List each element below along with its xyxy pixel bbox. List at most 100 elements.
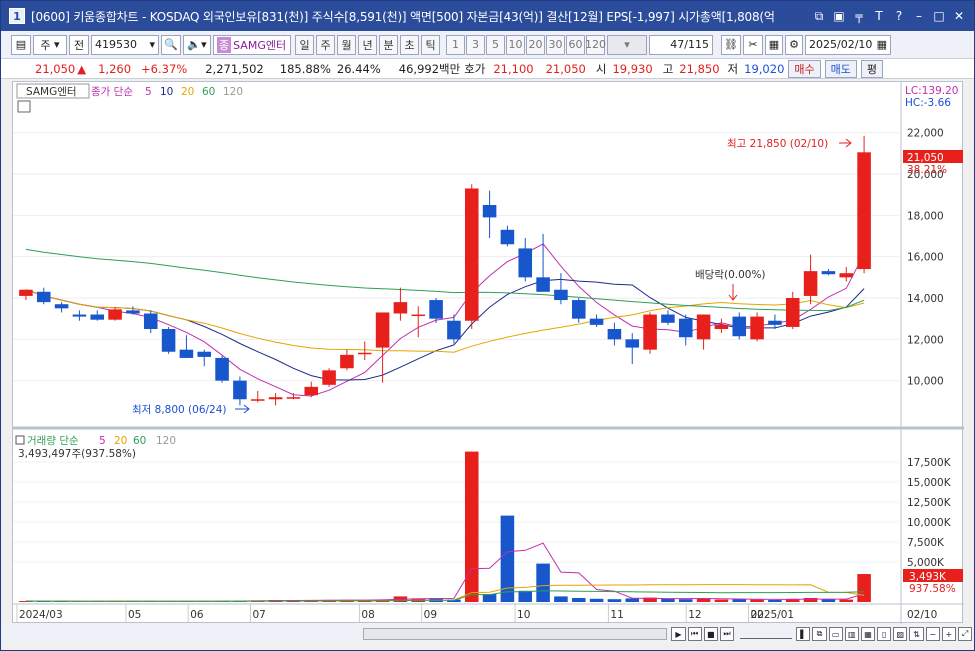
buy-button[interactable]: 매수 bbox=[788, 59, 821, 78]
volume-bar bbox=[732, 599, 747, 602]
eval-button[interactable]: 평 bbox=[860, 59, 884, 78]
ma-legend-60: 60 bbox=[202, 86, 215, 98]
open-label: 시 bbox=[595, 61, 607, 76]
layout-icon[interactable]: ▤ bbox=[11, 34, 31, 55]
calendar-icon[interactable]: ▦ bbox=[877, 38, 887, 51]
quote-bar: 21,050 ▲ 1,260 +6.37% 2,271,502 185.88% … bbox=[1, 59, 974, 79]
candle-body bbox=[857, 152, 871, 270]
title-bar[interactable]: 1 [0600] 키움종합차트 - KOSDAQ 외국인보유[831(천)] 주… bbox=[1, 1, 974, 31]
volume-bar bbox=[589, 598, 604, 602]
candle-body bbox=[500, 229, 515, 245]
last-icon[interactable]: ⏭ bbox=[719, 627, 735, 641]
candle-body bbox=[411, 314, 426, 317]
gear-icon[interactable]: ⚙ bbox=[785, 34, 803, 55]
candle-body bbox=[732, 316, 747, 337]
scrollbar[interactable] bbox=[363, 628, 668, 640]
zoom-slider[interactable] bbox=[740, 629, 793, 639]
interval-button[interactable]: 20 bbox=[526, 34, 545, 55]
candle-body bbox=[36, 291, 51, 303]
candle-body bbox=[250, 399, 265, 401]
volume-tick-label: 12,500K bbox=[907, 497, 952, 509]
pin-icon[interactable]: ╤ bbox=[850, 7, 868, 25]
stock-code-input[interactable]: 419530 ▾ bbox=[91, 34, 159, 55]
total-value: /115 bbox=[684, 38, 709, 51]
candle-body bbox=[714, 324, 729, 329]
sort-icon[interactable]: ⇅ bbox=[909, 627, 924, 641]
sell-button[interactable]: 매도 bbox=[824, 59, 857, 78]
save-icon[interactable]: ▦ bbox=[765, 34, 783, 55]
period-button[interactable]: 주 bbox=[316, 34, 335, 55]
price-panel bbox=[13, 82, 901, 428]
interval-button[interactable]: 120 bbox=[585, 34, 606, 55]
first-icon[interactable]: ⏮ bbox=[687, 627, 702, 641]
grid-toggle-icon[interactable] bbox=[17, 100, 31, 113]
ma-legend-10: 10 bbox=[160, 86, 173, 98]
volume-bar bbox=[571, 598, 586, 602]
image-icon[interactable]: ▨ bbox=[893, 627, 908, 641]
period-button[interactable]: 일 bbox=[295, 34, 314, 55]
help-icon[interactable]: ? bbox=[890, 7, 908, 25]
candle-body bbox=[482, 205, 497, 218]
zoom-in-icon[interactable]: + bbox=[941, 627, 956, 641]
candle-body bbox=[197, 351, 212, 357]
maximize-icon[interactable]: □ bbox=[930, 7, 948, 25]
slider-handle-icon[interactable]: ▌ bbox=[796, 627, 811, 641]
interval-button[interactable]: 10 bbox=[506, 34, 525, 55]
chart-area[interactable]: SAMG엔터 종가 단순 5 10 20 60 120 LC:139.20 HC… bbox=[12, 81, 964, 624]
period-button[interactable]: 틱 bbox=[421, 34, 440, 55]
interval-button[interactable]: 5 bbox=[486, 34, 505, 55]
interval-dropdown[interactable]: ▾ bbox=[607, 34, 647, 55]
close-icon[interactable]: ✕ bbox=[950, 7, 968, 25]
sound-icon[interactable]: 🔈▾ bbox=[183, 34, 211, 55]
interval-button[interactable]: 30 bbox=[546, 34, 565, 55]
price-tick-label: 22,000 bbox=[907, 128, 944, 140]
period-button[interactable]: 년 bbox=[358, 34, 377, 55]
data-count[interactable]: 47/115 bbox=[649, 34, 713, 55]
link-icon[interactable]: ⧉ bbox=[810, 7, 828, 25]
scissors-icon[interactable]: ✂ bbox=[743, 34, 763, 55]
candle-body bbox=[72, 314, 87, 317]
jeon-button[interactable]: 전 bbox=[69, 34, 89, 55]
stock-code-value: 419530 bbox=[95, 38, 137, 51]
scroll-right-icon[interactable]: ▶ bbox=[671, 627, 686, 641]
candle-body bbox=[375, 312, 390, 348]
vol-ma-legend-20: 20 bbox=[114, 435, 127, 447]
split-icon[interactable]: ▥ bbox=[844, 627, 859, 641]
interval-button[interactable]: 60 bbox=[566, 34, 585, 55]
interval-button[interactable]: 1 bbox=[446, 34, 465, 55]
period-button[interactable]: 월 bbox=[337, 34, 356, 55]
restore-icon[interactable]: ⧉ bbox=[812, 627, 827, 641]
search-icon[interactable]: 🔍 bbox=[161, 34, 181, 55]
interval-button[interactable]: 3 bbox=[466, 34, 485, 55]
period-button[interactable]: 초 bbox=[400, 34, 419, 55]
market-select[interactable]: 주 ▾ bbox=[33, 34, 67, 55]
chain-icon[interactable]: ⛓ bbox=[721, 34, 741, 55]
stock-name-box[interactable]: 종 SAMG엔터 bbox=[213, 34, 291, 55]
candle-body bbox=[821, 271, 836, 275]
period-button[interactable]: 분 bbox=[379, 34, 398, 55]
candle-body bbox=[304, 386, 319, 396]
x-axis-label: 11 bbox=[610, 609, 623, 621]
price-tick-label: 10,000 bbox=[907, 376, 944, 388]
candle-body bbox=[429, 300, 443, 319]
bar-icon[interactable]: ▯ bbox=[877, 627, 892, 641]
hc-label: HC:-3.66 bbox=[905, 97, 951, 109]
volume-bar bbox=[536, 563, 550, 602]
volume-tag: 3,493K bbox=[909, 571, 947, 583]
zoom-out-icon[interactable]: − bbox=[925, 627, 940, 641]
window-icon[interactable]: ▭ bbox=[828, 627, 843, 641]
candle-body bbox=[357, 352, 372, 355]
candle-body bbox=[393, 302, 408, 314]
minimize-icon[interactable]: – bbox=[910, 7, 928, 25]
font-icon[interactable]: T bbox=[870, 7, 888, 25]
date-input[interactable]: 2025/02/10 ▦ bbox=[805, 34, 891, 55]
candle-body bbox=[286, 397, 301, 399]
stop-icon[interactable]: ■ bbox=[703, 627, 718, 641]
grid-icon[interactable]: ▦ bbox=[860, 627, 876, 641]
price-tag: 21,050 bbox=[907, 152, 944, 164]
copy-icon[interactable]: ▣ bbox=[830, 7, 848, 25]
fullscreen-icon[interactable]: ⤢ bbox=[957, 627, 973, 641]
candle-body bbox=[536, 277, 550, 292]
candle-body bbox=[54, 304, 69, 309]
chart-svg[interactable]: SAMG엔터 종가 단순 5 10 20 60 120 LC:139.20 HC… bbox=[13, 82, 964, 624]
